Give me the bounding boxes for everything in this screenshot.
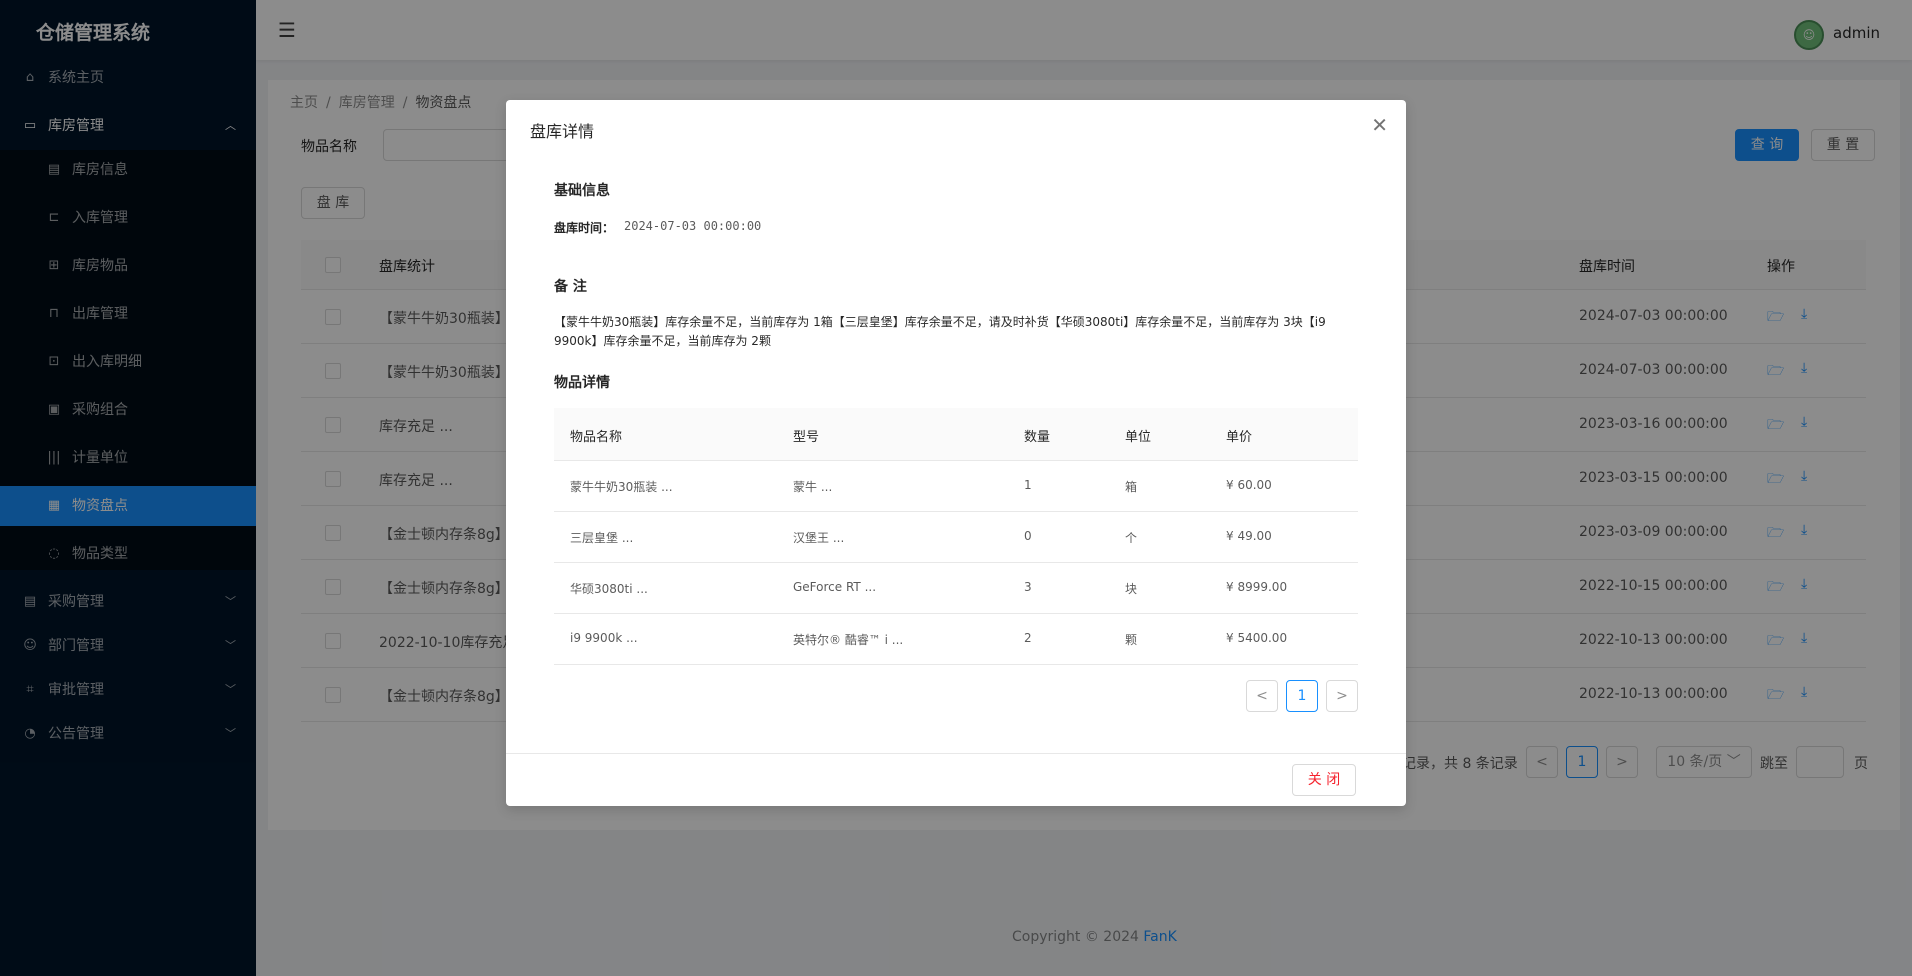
remark-text: 【蒙牛牛奶30瓶装】库存余量不足，当前库存为 1箱【三层皇堡】库存余量不足，请及…: [554, 315, 1326, 348]
item-row: i9 9900k ... 英特尔® 酷睿™ i ... 2 颗 ¥ 5400.0…: [554, 614, 1358, 665]
item-price: ¥ 49.00: [1226, 529, 1272, 543]
modal-title: 盘库详情: [530, 122, 595, 141]
header-unit: 单位: [1125, 430, 1152, 445]
remark-title: 备 注: [554, 279, 587, 295]
header-model: 型号: [793, 430, 820, 445]
item-name: 蒙牛牛奶30瓶装 ...: [570, 480, 673, 494]
item-price: ¥ 5400.00: [1226, 631, 1288, 645]
item-unit: 块: [1125, 582, 1138, 596]
modal-pagination-prev[interactable]: <: [1246, 680, 1278, 712]
item-qty: 2: [1024, 631, 1032, 645]
item-qty: 3: [1024, 580, 1032, 594]
item-name: 华硕3080ti ...: [570, 582, 648, 596]
basic-info-title: 基础信息: [554, 183, 610, 199]
header-name: 物品名称: [570, 430, 623, 445]
inventory-detail-modal: 盘库详情 ✕ 基础信息 盘库时间： 2024-07-03 00:00:00 备 …: [506, 100, 1406, 806]
item-name: 三层皇堡 ...: [570, 531, 634, 545]
header-price: 单价: [1226, 430, 1253, 445]
item-model: GeForce RT ...: [793, 580, 877, 594]
item-name: i9 9900k ...: [570, 631, 638, 645]
header-qty: 数量: [1024, 430, 1051, 445]
item-price: ¥ 60.00: [1226, 478, 1272, 492]
item-model: 汉堡王 ...: [793, 531, 845, 545]
item-qty: 0: [1024, 529, 1032, 543]
modal-pagination-next[interactable]: >: [1326, 680, 1358, 712]
item-qty: 1: [1024, 478, 1032, 492]
time-label: 盘库时间：: [554, 221, 615, 235]
close-icon[interactable]: ✕: [1371, 113, 1388, 137]
item-row: 华硕3080ti ... GeForce RT ... 3 块 ¥ 8999.0…: [554, 563, 1358, 614]
item-row: 蒙牛牛奶30瓶装 ... 蒙牛 ... 1 箱 ¥ 60.00: [554, 461, 1358, 512]
item-unit: 个: [1125, 531, 1138, 545]
modal-footer: 关 闭: [506, 753, 1406, 806]
item-row: 三层皇堡 ... 汉堡王 ... 0 个 ¥ 49.00: [554, 512, 1358, 563]
item-table-header: 物品名称 型号 数量 单位 单价: [554, 408, 1358, 461]
item-model: 蒙牛 ...: [793, 480, 833, 494]
modal-header: 盘库详情 ✕: [506, 100, 1406, 155]
item-model: 英特尔® 酷睿™ i ...: [793, 633, 904, 647]
time-value: 2024-07-03 00:00:00: [624, 219, 762, 233]
items-title: 物品详情: [554, 375, 610, 391]
modal-pagination-page-1[interactable]: 1: [1286, 680, 1318, 712]
item-unit: 颗: [1125, 633, 1138, 647]
item-price: ¥ 8999.00: [1226, 580, 1288, 594]
close-button[interactable]: 关 闭: [1292, 764, 1356, 796]
item-unit: 箱: [1125, 480, 1138, 494]
